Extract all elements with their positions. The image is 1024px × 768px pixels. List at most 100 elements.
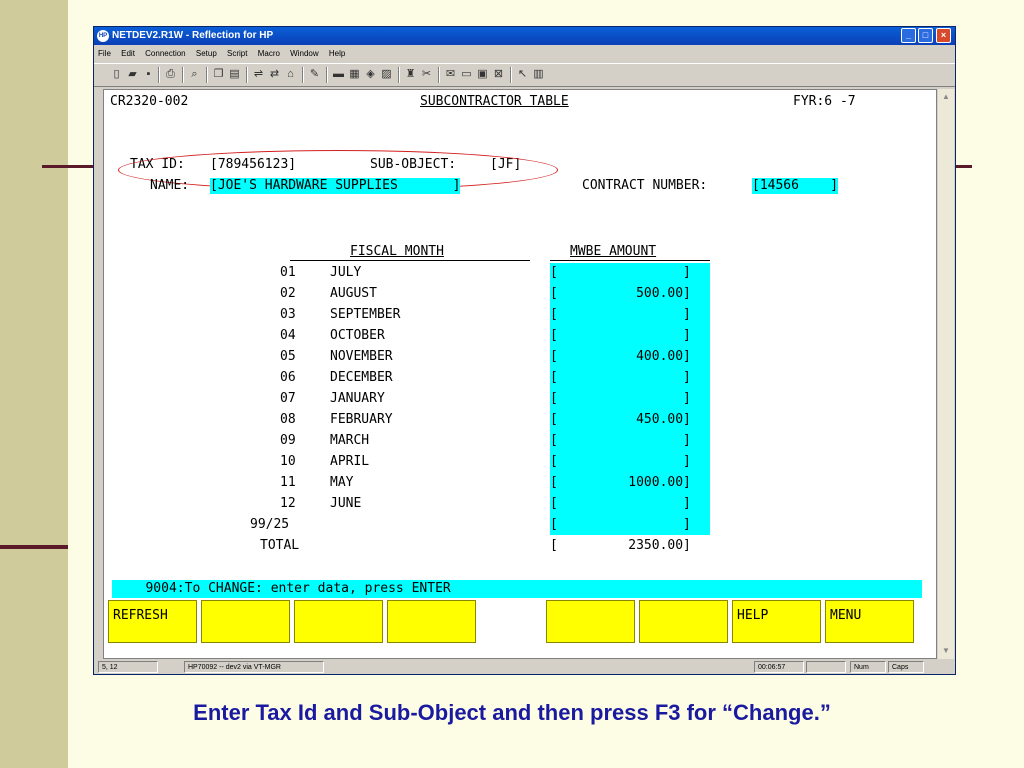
row-amount-field[interactable]: [ 1000.00]: [550, 475, 691, 491]
toolbar-separator: [206, 67, 208, 83]
row-amount-field[interactable]: [ 400.00]: [550, 349, 691, 365]
new-document-icon[interactable]: ▯: [110, 68, 123, 81]
f7-key[interactable]: [639, 600, 728, 643]
toolbar-separator: [158, 67, 160, 83]
toolbar-separator: [302, 67, 304, 83]
fiscal-month-underline: [290, 260, 530, 261]
open-folder-icon[interactable]: ▰: [126, 68, 139, 81]
contract-number-field[interactable]: [14566 ]: [752, 178, 839, 194]
record-icon[interactable]: ✂: [420, 68, 433, 81]
terminal-icon[interactable]: ▬: [332, 68, 345, 81]
f6-key[interactable]: [546, 600, 635, 643]
f1-refresh-key[interactable]: REFRESH: [108, 600, 197, 643]
row-amount-field[interactable]: [ 500.00]: [550, 286, 691, 302]
maximize-button[interactable]: □: [918, 28, 933, 43]
row-number: 07: [280, 391, 296, 406]
row-amount-field[interactable]: [ ]: [550, 433, 691, 449]
title-bar[interactable]: HP NETDEV2.R1W - Reflection for HP _ □ ×: [94, 27, 955, 45]
row-number: 10: [280, 454, 296, 469]
row-number: 02: [280, 286, 296, 301]
f3-key[interactable]: [294, 600, 383, 643]
scroll-down-icon[interactable]: ▼: [938, 643, 954, 659]
row-number: 04: [280, 328, 296, 343]
row-amount-field[interactable]: [ ]: [550, 370, 691, 386]
mail-icon[interactable]: ✉: [444, 68, 457, 81]
find-icon[interactable]: ⌕: [188, 68, 201, 81]
row-amount-field[interactable]: [ ]: [550, 307, 691, 323]
menu-window[interactable]: Window: [290, 49, 318, 58]
help-pointer-icon[interactable]: ↖: [516, 68, 529, 81]
status-blank: [806, 661, 846, 673]
toolbar-separator: [398, 67, 400, 83]
row-amount-field[interactable]: [ ]: [550, 265, 691, 281]
row-number: 06: [280, 370, 296, 385]
menu-setup[interactable]: Setup: [196, 49, 217, 58]
book-icon[interactable]: ▥: [532, 68, 545, 81]
row-amount-field[interactable]: [ ]: [550, 391, 691, 407]
row-amount-field[interactable]: [ ]: [550, 328, 691, 344]
row-number: 03: [280, 307, 296, 322]
close-button[interactable]: ×: [936, 28, 951, 43]
row-amount-field[interactable]: [ 450.00]: [550, 412, 691, 428]
app-icon: HP: [97, 30, 109, 42]
options-icon[interactable]: ⊠: [492, 68, 505, 81]
menu-macro[interactable]: Macro: [258, 49, 280, 58]
minimize-button[interactable]: _: [901, 28, 916, 43]
host-icon[interactable]: ⌂: [284, 68, 297, 81]
slide-rule-right: [956, 165, 972, 168]
row-number: 08: [280, 412, 296, 427]
slide-rule-top: [42, 165, 94, 168]
toolbar-separator: [438, 67, 440, 83]
window-title: NETDEV2.R1W - Reflection for HP: [112, 30, 274, 41]
mwbe-amount-header: MWBE AMOUNT: [570, 244, 657, 259]
menu-connection[interactable]: Connection: [145, 49, 185, 58]
toolbar-separator: [182, 67, 184, 83]
screen-title: SUBCONTRACTOR TABLE: [420, 94, 569, 109]
menu-bar: File Edit Connection Setup Script Macro …: [94, 46, 955, 62]
connect-icon[interactable]: ⇌: [252, 68, 265, 81]
status-bar: 5, 12 HP70092 -- dev2 via VT-MGR 00:06:5…: [94, 660, 955, 674]
print-icon[interactable]: ⎙: [164, 68, 177, 81]
save-icon[interactable]: ▪: [142, 68, 155, 81]
message-icon[interactable]: ▭: [460, 68, 473, 81]
row-month: OCTOBER: [330, 328, 385, 343]
slide-rule-bottom: [0, 545, 68, 549]
reflection-window: HP NETDEV2.R1W - Reflection for HP _ □ ×…: [93, 26, 956, 675]
row-number: 01: [280, 265, 296, 280]
session-info: HP70092 -- dev2 via VT-MGR: [184, 661, 324, 673]
transfer-icon[interactable]: ⇄: [268, 68, 281, 81]
slide-caption: Enter Tax Id and Sub-Object and then pre…: [193, 700, 831, 725]
f4-key[interactable]: [387, 600, 476, 643]
row-number: 09: [280, 433, 296, 448]
setup-icon[interactable]: ✎: [308, 68, 321, 81]
name-field[interactable]: [JOE'S HARDWARE SUPPLIES ]: [210, 178, 461, 194]
slide-side-band: [0, 0, 68, 768]
toolbar-separator: [246, 67, 248, 83]
row-month: NOVEMBER: [330, 349, 393, 364]
terminal-screen[interactable]: CR2320-002 SUBCONTRACTOR TABLE FYR:6 -7 …: [103, 89, 937, 659]
total-label: TOTAL: [260, 538, 300, 553]
colors-icon[interactable]: ▨: [380, 68, 393, 81]
row-amount-field[interactable]: [ ]: [550, 517, 691, 533]
capture-icon[interactable]: ▣: [476, 68, 489, 81]
row-month: JUNE: [330, 496, 362, 511]
row-amount-field[interactable]: [ ]: [550, 496, 691, 512]
menu-help[interactable]: Help: [329, 49, 345, 58]
caps-lock-indicator: Caps: [888, 661, 924, 673]
keyboard-icon[interactable]: ▦: [348, 68, 361, 81]
screen-id: CR2320-002: [110, 94, 189, 109]
macro-icon[interactable]: ♜: [404, 68, 417, 81]
menu-file[interactable]: File: [98, 49, 111, 58]
f8-help-key[interactable]: HELP: [732, 600, 821, 643]
display-icon[interactable]: ◈: [364, 68, 377, 81]
toolbar: ▯ ▰ ▪ ⎙ ⌕ ❐ ▤ ⇌ ⇄ ⌂ ✎ ▬ ▦ ◈ ▨ ♜ ✂ ✉ ▭ ▣ …: [94, 63, 955, 87]
row-amount-field[interactable]: [ ]: [550, 454, 691, 470]
menu-script[interactable]: Script: [227, 49, 247, 58]
copy-icon[interactable]: ❐: [212, 68, 225, 81]
paste-icon[interactable]: ▤: [228, 68, 241, 81]
vertical-scrollbar[interactable]: ▲ ▼: [938, 89, 954, 659]
scroll-up-icon[interactable]: ▲: [938, 89, 954, 105]
f9-menu-key[interactable]: MENU: [825, 600, 914, 643]
menu-edit[interactable]: Edit: [121, 49, 135, 58]
f2-key[interactable]: [201, 600, 290, 643]
